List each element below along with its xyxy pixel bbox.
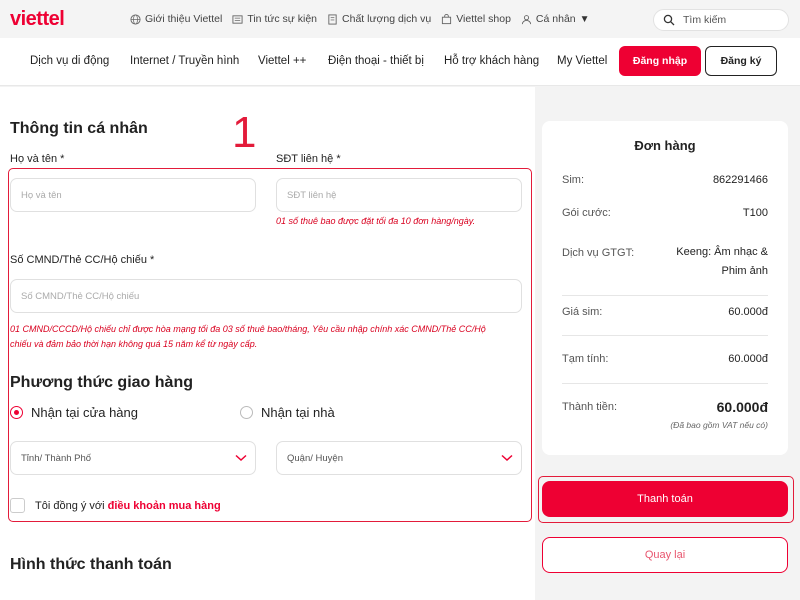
sim-label: Sim:	[562, 174, 584, 186]
sim-price-value: 60.000đ	[728, 306, 768, 318]
nav-item-mobile[interactable]: Dịch vụ di động	[30, 55, 109, 67]
top-link-label: Chất lượng dịch vụ	[342, 13, 432, 25]
top-link-news[interactable]: Tin tức sự kiện	[232, 13, 317, 25]
globe-icon	[130, 13, 141, 25]
order-title: Đơn hàng	[634, 138, 696, 153]
top-link-personal[interactable]: Cá nhân ▼	[521, 13, 590, 25]
sim-price-label: Giá sim:	[562, 306, 603, 318]
vat-note: (Đã bao gồm VAT nếu có)	[670, 420, 768, 430]
document-icon	[328, 13, 337, 25]
annotation-number-1: 1	[232, 108, 257, 157]
vas-value-line-2: Phim ảnh	[721, 265, 768, 277]
nav-item-devices[interactable]: Điện thoại - thiết bị	[328, 55, 424, 67]
total-label: Thành tiền:	[562, 401, 618, 413]
sim-value: 862291466	[712, 174, 768, 186]
divider	[562, 295, 768, 296]
top-bar: viettel Giới thiệu Viettel Tin tức sự ki…	[0, 0, 800, 38]
pay-button[interactable]: Thanh toán	[542, 481, 788, 517]
login-button[interactable]: Đăng nhập	[619, 46, 701, 76]
plan-label: Gói cước:	[562, 207, 611, 219]
top-link-about[interactable]: Giới thiệu Viettel	[130, 13, 222, 25]
nav-item-my-viettel[interactable]: My Viettel	[557, 55, 607, 67]
total-value: 60.000đ	[716, 399, 768, 415]
search-icon	[663, 14, 675, 26]
nav-item-viettel-plus[interactable]: Viettel ++	[258, 55, 306, 67]
subtotal-value: 60.000đ	[728, 353, 768, 365]
back-button[interactable]: Quay lại	[542, 537, 788, 573]
nav-item-internet-tv[interactable]: Internet / Truyền hình	[130, 55, 239, 67]
top-link-label: Cá nhân	[535, 13, 576, 25]
payment-method-title: Hình thức thanh toán	[10, 556, 172, 573]
divider	[562, 383, 768, 384]
plan-value: T100	[742, 207, 768, 219]
user-icon	[521, 14, 532, 24]
subtotal-label: Tạm tính:	[562, 353, 609, 365]
top-links: Giới thiệu Viettel Tin tức sự kiện Chất …	[130, 0, 590, 38]
personal-info-title: Thông tin cá nhân	[10, 120, 148, 137]
viettel-logo[interactable]: viettel	[10, 8, 65, 31]
top-link-shop[interactable]: Viettel shop	[441, 13, 511, 25]
register-button[interactable]: Đăng ký	[705, 46, 777, 76]
top-link-label: Viettel shop	[456, 13, 511, 25]
divider	[562, 335, 768, 336]
top-link-label: Tin tức sự kiện	[247, 13, 318, 25]
shop-icon	[442, 13, 452, 24]
newspaper-icon	[232, 14, 243, 24]
top-link-label: Giới thiệu Viettel	[145, 13, 223, 25]
caret-down-icon: ▼	[579, 13, 590, 25]
nav-item-support[interactable]: Hỗ trợ khách hàng	[444, 55, 539, 67]
top-link-quality[interactable]: Chất lượng dịch vụ	[327, 13, 431, 25]
annotation-box-form	[8, 168, 532, 522]
vas-label: Dịch vụ GTGT:	[562, 247, 635, 259]
vas-value-line-1: Keeng: Âm nhạc &	[676, 246, 768, 258]
phone-label: SĐT liên hệ *	[276, 153, 341, 165]
name-label: Họ và tên *	[10, 153, 65, 165]
search-input[interactable]	[683, 14, 773, 26]
order-summary-card: Đơn hàng Sim: 862291466 Gói cước: T100 D…	[542, 121, 788, 455]
search-box[interactable]	[653, 9, 789, 31]
